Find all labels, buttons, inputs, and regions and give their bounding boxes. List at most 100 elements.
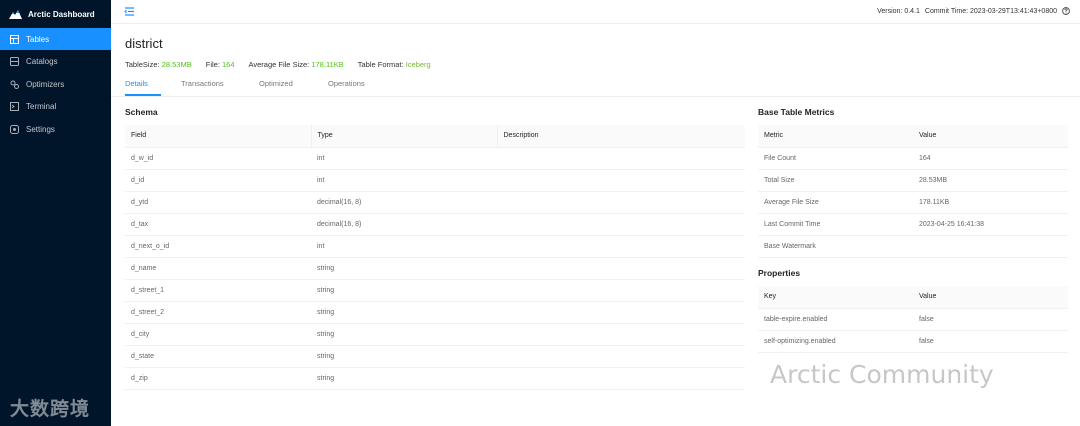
table-cell: string [311, 323, 497, 346]
table-cell: false [913, 308, 1068, 331]
table-row: d_ytd decimal(16, 8) [125, 191, 745, 214]
table-cell [497, 169, 745, 192]
table-cell: string [311, 257, 497, 280]
column-header-field: Field [125, 125, 311, 148]
stat-file: File: 164 [206, 60, 235, 69]
table-cell: string [311, 279, 497, 302]
stat-value: Iceberg [405, 60, 431, 69]
tab-transactions[interactable]: Transactions [181, 79, 224, 88]
sidebar-item-catalogs[interactable]: Catalogs [0, 51, 111, 73]
table-cell: Average File Size [758, 191, 913, 214]
table-row: Average File Size 178.11KB [758, 191, 1068, 214]
terminal-icon [10, 102, 19, 111]
table-cell: Base Watermark [758, 235, 913, 258]
sidebar-item-settings[interactable]: Settings [0, 118, 111, 140]
table-cell: d_next_o_id [125, 235, 311, 258]
tab-details[interactable]: Details [125, 79, 148, 88]
table-icon [10, 34, 19, 44]
table-row: Total Size 28.53MB [758, 169, 1068, 192]
sidebar-item-label: Settings [26, 124, 55, 134]
table-row: d_street_2 string [125, 301, 745, 324]
stat-table-format: Table Format: Iceberg [358, 60, 431, 69]
table-cell: string [311, 345, 497, 368]
table-cell [913, 235, 1068, 258]
table-cell: 178.11KB [913, 191, 1068, 214]
menu-collapse-icon[interactable] [124, 6, 135, 17]
table-cell: d_name [125, 257, 311, 280]
stat-label: Average File Size: [248, 60, 310, 69]
arctic-logo-icon [9, 9, 22, 19]
table-cell: d_zip [125, 367, 311, 390]
topbar: Version: 0.4.1 Commit Time: 2023-03-29T1… [111, 0, 1080, 24]
table-row: d_tax decimal(16, 8) [125, 213, 745, 236]
metrics-title: Base Table Metrics [758, 107, 835, 117]
table-cell: d_street_2 [125, 301, 311, 324]
table-row: Last Commit Time 2023-04-25 16:41:38 [758, 213, 1068, 236]
table-row: d_next_o_id int [125, 235, 745, 258]
active-tab-indicator [125, 94, 161, 96]
table-cell [497, 213, 745, 236]
tab-optimized[interactable]: Optimized [259, 79, 293, 88]
table-cell: int [311, 169, 497, 192]
table-row: File Count 164 [758, 147, 1068, 170]
table-cell: d_city [125, 323, 311, 346]
table-cell: d_tax [125, 213, 311, 236]
watermark-right: Arctic Community [770, 360, 994, 389]
table-cell [497, 235, 745, 258]
properties-title: Properties [758, 268, 801, 278]
tab-operations[interactable]: Operations [328, 79, 365, 88]
table-cell: Total Size [758, 169, 913, 192]
table-cell [497, 367, 745, 390]
table-cell: d_ytd [125, 191, 311, 214]
table-header-row: Field Type Description [125, 125, 745, 148]
sidebar-item-label: Optimizers [26, 79, 65, 89]
brand[interactable]: Arctic Dashboard [0, 0, 111, 28]
database-icon [10, 57, 19, 66]
sidebar-item-tables[interactable]: Tables [0, 28, 111, 50]
detail-tabs: Details Transactions Optimized Operation… [111, 74, 1080, 97]
settings-icon [10, 124, 19, 134]
table-cell: self-optimizing.enabled [758, 330, 913, 353]
table-header-row: Key Value [758, 286, 1068, 309]
table-cell: d_street_1 [125, 279, 311, 302]
sidebar-item-label: Tables [26, 34, 50, 44]
table-cell: decimal(16, 8) [311, 191, 497, 214]
table-cell: d_state [125, 345, 311, 368]
column-header-type: Type [310, 125, 497, 148]
sidebar: Arctic Dashboard Tables Catalogs Optimiz… [0, 0, 111, 426]
table-row: d_state string [125, 345, 745, 368]
table-cell [497, 345, 745, 368]
table-cell: string [311, 301, 497, 324]
sidebar-item-label: Terminal [26, 102, 57, 111]
table-cell: Last Commit Time [758, 213, 913, 236]
stat-average-file-size: Average File Size: 178.11KB [249, 60, 344, 69]
table-cell [497, 257, 745, 280]
page-header: district [125, 36, 163, 51]
table-row: d_street_1 string [125, 279, 745, 302]
stat-value: 28.53MB [161, 60, 192, 69]
help-icon[interactable] [1062, 7, 1070, 15]
schema-title: Schema [125, 107, 158, 117]
table-cell: 28.53MB [913, 169, 1068, 192]
version-info: Version: 0.4.1 Commit Time: 2023-03-29T1… [872, 7, 1070, 15]
sidebar-item-terminal[interactable]: Terminal [0, 96, 111, 118]
table-cell: decimal(16, 8) [311, 213, 497, 236]
page-title: district [125, 36, 163, 51]
stat-table-size: TableSize: 28.53MB [125, 60, 192, 69]
version-label: Version: 0.4.1 [877, 7, 920, 15]
table-cell: d_w_id [125, 147, 311, 170]
sidebar-item-optimizers[interactable]: Optimizers [0, 73, 111, 95]
metrics-table: Metric Value File Count 164 Total Size 28.5… [758, 125, 1068, 258]
column-header-metric: Metric [758, 125, 913, 148]
table-cell [497, 301, 745, 324]
table-row: d_city string [125, 323, 745, 346]
table-cell: File Count [758, 147, 913, 170]
stat-label: Table Format: [357, 60, 404, 69]
table-row: d_w_id int [125, 147, 745, 170]
commit-time-label: Commit Time: 2023-03-29T13:41:43+0800 [924, 7, 1057, 15]
sidebar-nav: Tables Catalogs Optimizers Terminal Sett… [0, 28, 111, 140]
table-row: d_id int [125, 169, 745, 192]
table-cell: table-expire.enabled [758, 308, 913, 331]
table-cell: string [311, 367, 497, 390]
table-cell [497, 147, 745, 170]
